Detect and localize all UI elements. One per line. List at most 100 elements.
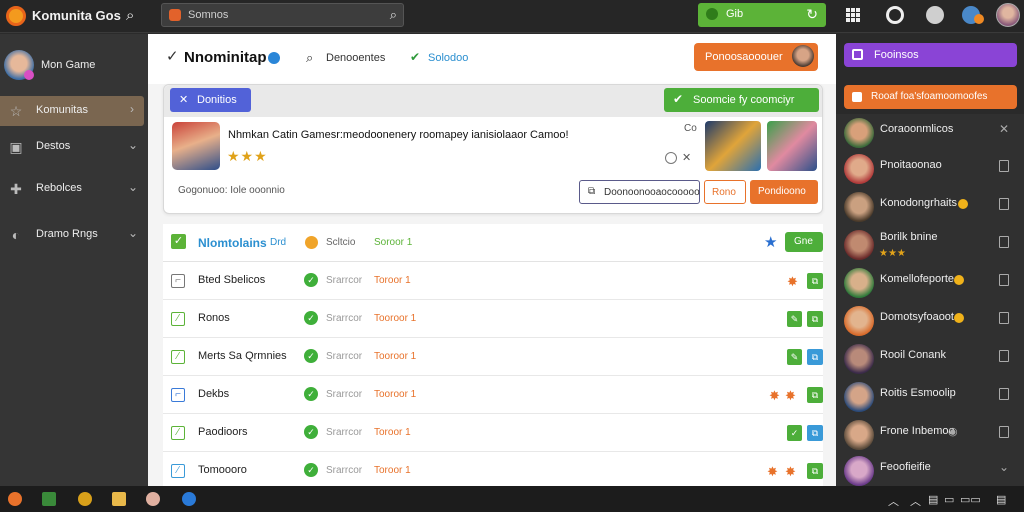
list-action-button[interactable]: Gne xyxy=(785,232,823,252)
row-action-button[interactable]: ⧉ xyxy=(807,425,823,441)
sidebar-item-destos[interactable]: ▣ Destos ⌄ xyxy=(0,132,148,162)
list-item[interactable]: Coraoonmlicos ✕ xyxy=(836,114,1024,152)
refresh-icon[interactable]: ↻ xyxy=(806,6,818,23)
tab-solodoo[interactable]: Solodoo xyxy=(428,52,468,64)
message-icon[interactable] xyxy=(999,236,1009,248)
sidebar-item-dramo-rngs[interactable]: ◐ Dramo Rngs ⌄ xyxy=(0,220,148,250)
list-subtitle: Drd xyxy=(270,237,287,248)
close-icon[interactable]: ✕ xyxy=(682,151,691,164)
chevron-down-icon[interactable]: ⌄ xyxy=(999,460,1009,474)
network-icon[interactable]: ▤ xyxy=(928,493,938,506)
apps-grid-icon[interactable] xyxy=(846,8,860,22)
message-icon[interactable] xyxy=(999,312,1009,324)
chevron-up-icon[interactable]: ︿ xyxy=(910,493,921,509)
list-item[interactable]: Komellofeporte xyxy=(836,264,1024,302)
row-action-button[interactable]: ⧉ xyxy=(807,273,823,289)
battery-icon[interactable]: ▭▭ xyxy=(960,493,981,506)
chevron-down-icon: ⌄ xyxy=(127,138,138,152)
friend-requests-button[interactable]: Rooaf foa'sfoamoomoofes xyxy=(844,85,1017,109)
notifications-icon[interactable]: ▤ xyxy=(996,493,1006,506)
row-checkbox[interactable]: ⁄ xyxy=(171,464,185,478)
friends-button[interactable]: Fooinsos xyxy=(844,43,1017,67)
info-icon[interactable] xyxy=(926,6,944,24)
primary-button[interactable]: Pondioono xyxy=(750,180,818,204)
message-icon[interactable] xyxy=(999,388,1009,400)
sync-icon[interactable] xyxy=(886,6,904,24)
row-action-button[interactable]: ⧉ xyxy=(807,463,823,479)
sidebar: Mon Game ☆ Komunitas › ▣ Destos ⌄ ✚ Rebo… xyxy=(0,34,148,486)
list-item[interactable]: Borilk bnine ★★★ xyxy=(836,226,1024,264)
table-row[interactable]: ⌐ Dekbs ✓ Srarrcor Tooroor 1 ✸ ✸ ⧉ xyxy=(163,376,823,414)
search-input[interactable]: Somnos ⌕ xyxy=(161,3,404,27)
search-icon[interactable]: ⌕ xyxy=(126,7,134,24)
edit-button[interactable]: ✎ xyxy=(787,349,802,365)
tab-denooentes[interactable]: Denooentes xyxy=(326,52,385,64)
list-item[interactable]: Konodongrhaits xyxy=(836,188,1024,226)
edge-icon[interactable] xyxy=(182,492,196,506)
search-icon[interactable]: ⌕ xyxy=(390,7,397,23)
friend-name: Feoofieifie xyxy=(880,461,931,473)
row-checkbox[interactable]: ⁄ xyxy=(171,426,185,440)
info-icon[interactable] xyxy=(665,152,677,164)
row-checkbox[interactable]: ⁄ xyxy=(171,350,185,364)
message-icon[interactable] xyxy=(999,426,1009,438)
sidebar-item-komunitas[interactable]: ☆ Komunitas › xyxy=(0,96,144,126)
app-logo-icon[interactable] xyxy=(6,6,26,26)
header-cta-button[interactable]: Ponoosaooouer xyxy=(694,43,818,71)
friend-name: Pnoitaoonao xyxy=(880,159,942,171)
message-icon[interactable] xyxy=(999,274,1009,286)
small-button[interactable]: Rono xyxy=(704,180,746,204)
browser-icon[interactable] xyxy=(78,492,92,506)
start-icon[interactable] xyxy=(8,492,22,506)
row-name: Dekbs xyxy=(198,388,230,400)
folder-icon[interactable] xyxy=(112,492,126,506)
sidebar-item-rebolces[interactable]: ✚ Rebolces ⌄ xyxy=(0,174,148,204)
screenshot-thumbnail[interactable] xyxy=(705,121,761,171)
box-icon: ▣ xyxy=(9,139,23,155)
list-item[interactable]: Roitis Esmoolip xyxy=(836,378,1024,416)
select-all-checkbox[interactable]: ✓ xyxy=(171,234,186,249)
edit-button[interactable]: ✎ xyxy=(787,311,802,327)
message-icon[interactable] xyxy=(999,198,1009,210)
star-icon[interactable]: ★ xyxy=(764,233,777,251)
list-item[interactable]: Domotsyfoaoot xyxy=(836,302,1024,340)
list-item[interactable]: Pnoitaoonao xyxy=(836,150,1024,188)
close-icon[interactable]: ✕ xyxy=(179,93,188,106)
table-row[interactable]: ⁄ Merts Sa Qrmnies ✓ Srarrcor Tooroor 1 … xyxy=(163,338,823,376)
close-icon[interactable]: ✕ xyxy=(999,122,1009,136)
status-button[interactable]: Gib ↻ xyxy=(698,3,826,27)
eye-icon[interactable]: ◉ xyxy=(948,425,958,438)
screenshot-thumbnail[interactable] xyxy=(767,121,817,171)
file-explorer-icon[interactable] xyxy=(42,492,56,506)
table-row[interactable]: ⁄ Ronos ✓ Srarrcor Tooroor 1 ✎ ⧉ xyxy=(163,300,823,338)
list-item[interactable]: Rooil Conank xyxy=(836,340,1024,378)
confirm-button[interactable]: ✔ Soomcie fy coomciyr xyxy=(664,88,819,112)
row-action-button[interactable]: ⧉ xyxy=(807,349,823,365)
row-checkbox[interactable]: ⁄ xyxy=(171,312,185,326)
secondary-button[interactable]: ⧉ Doonoonooaocooooo xyxy=(579,180,700,204)
chevron-up-icon[interactable]: ︿ xyxy=(888,493,899,509)
row-action-button[interactable]: ⧉ xyxy=(807,311,823,327)
volume-icon[interactable]: ▭ xyxy=(944,493,954,506)
row-action-button[interactable]: ⧉ xyxy=(807,387,823,403)
edit-button[interactable]: ✓ xyxy=(787,425,802,441)
filter-chip[interactable]: ✕ Donitios xyxy=(170,88,251,112)
row-checkbox[interactable]: ⌐ xyxy=(171,274,185,288)
row-checkbox[interactable]: ⌐ xyxy=(171,388,185,402)
search-icon[interactable]: ⌕ xyxy=(306,50,313,66)
edit-link[interactable]: Co xyxy=(684,123,697,134)
table-row[interactable]: ⌐ Bted Sbelicos ✓ Srarrcor Toroor 1 ✸ ⧉ xyxy=(163,262,823,300)
table-row[interactable]: ⁄ Tomoooro ✓ Srarrcor Toroor 1 ✸ ✸ ⧉ xyxy=(163,452,823,486)
message-icon[interactable] xyxy=(999,350,1009,362)
game-app-icon[interactable] xyxy=(146,492,160,506)
list-item[interactable]: Frone Inbemoo ◉ xyxy=(836,416,1024,454)
message-icon[interactable] xyxy=(999,160,1009,172)
row-name: Bted Sbelicos xyxy=(198,274,266,286)
game-thumbnail[interactable] xyxy=(172,122,220,170)
table-row[interactable]: ⁄ Paodioors ✓ Srarrcor Toroor 1 ✓ ⧉ xyxy=(163,414,823,452)
members-list: ✓ Nlomtolains Drd Scltcio Soroor 1 ★ Gne… xyxy=(163,224,823,486)
column-header[interactable]: Scltcio xyxy=(326,237,355,248)
avatar[interactable] xyxy=(996,3,1020,27)
list-item[interactable]: Feoofieifie ⌄ xyxy=(836,452,1024,490)
column-header[interactable]: Soroor 1 xyxy=(374,237,412,248)
